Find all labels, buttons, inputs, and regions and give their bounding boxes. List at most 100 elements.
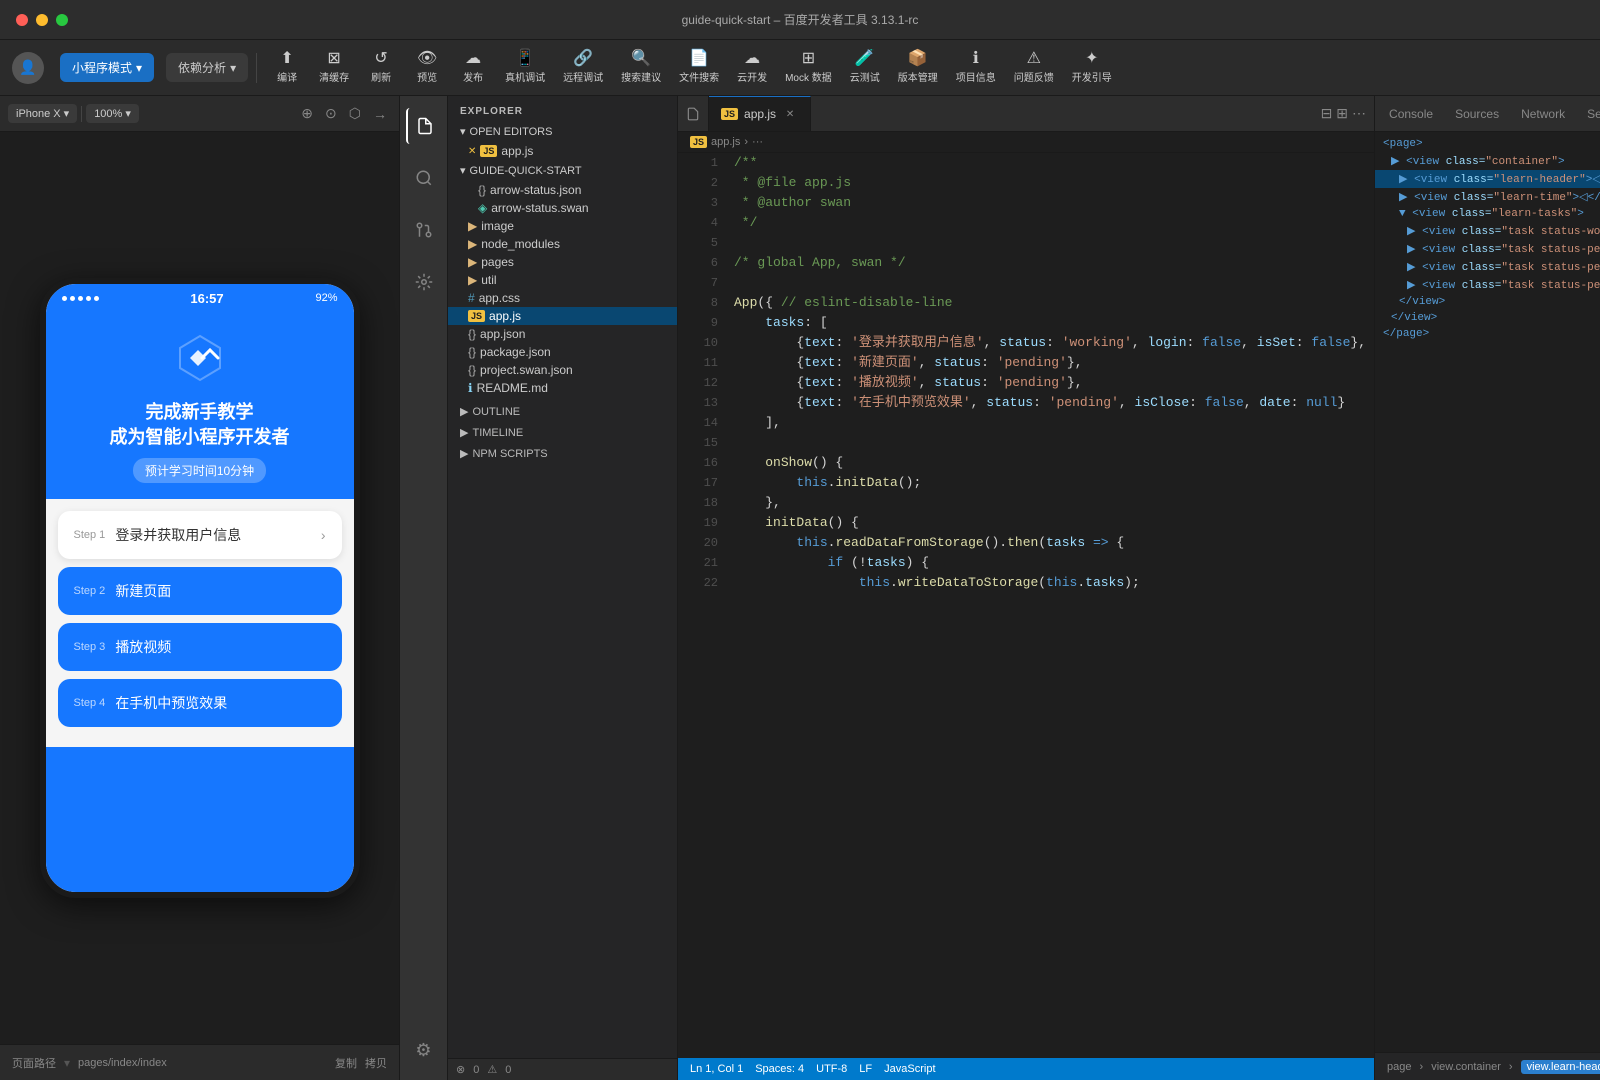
version-btn[interactable]: 📦 版本管理 — [890, 47, 946, 88]
clear-cache-btn[interactable]: ⊠ 清缓存 — [311, 47, 357, 88]
devtools-tab-network[interactable]: Network — [1511, 103, 1575, 125]
file-project-swan-json[interactable]: {} project.swan.json — [448, 361, 677, 379]
code-text: {text: '登录并获取用户信息', status: 'working', l… — [734, 333, 1366, 353]
rotate-icon[interactable]: ⊙ — [325, 105, 337, 122]
minimize-button[interactable] — [36, 14, 48, 26]
file-package-json[interactable]: {} package.json — [448, 343, 677, 361]
file-explorer-btn[interactable] — [678, 96, 709, 131]
device-selector[interactable]: iPhone X ▾ — [8, 104, 77, 123]
screenshot-icon[interactable]: ⬡ — [349, 105, 361, 122]
code-editor[interactable]: 1 /** 2 * @file app.js 3 * @author swan … — [678, 153, 1374, 1058]
maximize-button[interactable] — [56, 14, 68, 26]
zoom-selector[interactable]: 100% ▾ — [86, 104, 139, 123]
open-file-appjs[interactable]: ✕ JS app.js — [448, 142, 677, 160]
project-section[interactable]: ▾ GUIDE-QUICK-START — [448, 160, 677, 181]
folder-image[interactable]: ▶ image — [448, 217, 677, 235]
dom-task-0[interactable]: ▶ <view class="task status-working swan-… — [1375, 222, 1600, 240]
sidebar-search-icon[interactable] — [406, 160, 442, 196]
code-line-13: 13 {text: '在手机中预览效果', status: 'pending',… — [678, 393, 1374, 413]
sidebar-debug-icon[interactable] — [406, 264, 442, 300]
dom-page[interactable]: <page> — [1375, 136, 1600, 152]
paste-btn[interactable]: 拷贝 — [365, 1055, 387, 1071]
file-name: arrow-status.swan — [491, 201, 588, 215]
tab-close-btn[interactable]: ✕ — [782, 106, 798, 122]
file-app-js[interactable]: JS app.js — [448, 307, 677, 325]
folder-pages[interactable]: ▶ pages — [448, 253, 677, 271]
dom-close-container[interactable]: </view> — [1375, 310, 1600, 326]
dom-learn-time[interactable]: ▶ <view class="learn-time">◁</view> — [1375, 188, 1600, 206]
breadcrumb-container[interactable]: view.container — [1431, 1061, 1501, 1073]
file-arrow-json[interactable]: {} arrow-status.json — [448, 181, 677, 199]
step-4-item[interactable]: Step 4 在手机中预览效果 — [58, 679, 342, 727]
publish-btn[interactable]: ☁ 发布 — [451, 47, 495, 88]
file-app-json[interactable]: {} app.json — [448, 325, 677, 343]
npm-scripts-title[interactable]: ▶ NPM SCRIPTS — [448, 443, 677, 464]
folder-node-modules[interactable]: ▶ node_modules — [448, 235, 677, 253]
avatar[interactable]: 👤 — [12, 52, 44, 84]
open-file-name: app.js — [501, 144, 533, 158]
device-name: iPhone X — [16, 108, 61, 120]
warning-count: 0 — [505, 1064, 511, 1076]
refresh-icon: ↺ — [374, 51, 387, 67]
layout-icon[interactable]: ⊞ — [1336, 105, 1348, 122]
guide-btn[interactable]: ✦ 开发引导 — [1064, 47, 1120, 88]
copy-btn[interactable]: 复制 — [335, 1055, 357, 1071]
dom-close-page[interactable]: </page> — [1375, 326, 1600, 342]
dom-container[interactable]: ▶ <view class="container"> — [1375, 152, 1600, 170]
search-suggest-btn[interactable]: 🔍 搜索建议 — [613, 47, 669, 88]
cloud-btn[interactable]: ☁ 云开发 — [729, 47, 775, 88]
outline-title[interactable]: ▶ OUTLINE — [448, 401, 677, 422]
step-1-item[interactable]: Step 1 登录并获取用户信息 › — [58, 511, 342, 559]
dom-learn-tasks[interactable]: ▼ <view class="learn-tasks"> — [1375, 206, 1600, 222]
sidebar-files-icon[interactable] — [406, 108, 442, 144]
more-icon[interactable]: ⋯ — [1352, 105, 1366, 122]
line-number: 21 — [686, 553, 718, 573]
preview-btn[interactable]: 👁 预览 — [405, 47, 449, 88]
file-readme[interactable]: ℹ README.md — [448, 379, 677, 397]
zoom-in-icon[interactable]: ⊕ — [301, 105, 313, 122]
code-text: /** — [734, 153, 1366, 173]
folder-icon: ▶ — [468, 273, 477, 287]
real-debug-label: 真机调试 — [505, 69, 545, 84]
main-toolbar: 👤 小程序模式 ▾ 依赖分析 ▾ ⬆ 编译 ⊠ 清缓存 ↺ 刷新 👁 预览 ☁ … — [0, 40, 1600, 96]
dom-learn-header[interactable]: ▶ <view class="learn-header">◁</view> — [1375, 170, 1600, 188]
project-info-btn[interactable]: ℹ 项目信息 — [948, 47, 1004, 88]
compile-btn[interactable]: ⬆ 编译 — [265, 47, 309, 88]
devtools-tab-sources[interactable]: Sources — [1445, 103, 1509, 125]
dom-task-3[interactable]: ▶ <view class="task status-pending swan-… — [1375, 276, 1600, 294]
timeline-title[interactable]: ▶ TIMELINE — [448, 422, 677, 443]
forward-icon[interactable]: → — [373, 106, 387, 122]
line-number: 7 — [686, 273, 718, 293]
step-3-item[interactable]: Step 3 播放视频 — [58, 623, 342, 671]
dep-selector[interactable]: 依赖分析 ▾ — [166, 53, 248, 82]
breadcrumb-learn-header[interactable]: view.learn-header — [1521, 1060, 1600, 1074]
phone-header-title: 完成新手教学 成为智能小程序开发者 — [62, 400, 338, 450]
mock-btn[interactable]: ⊞ Mock 数据 — [777, 47, 840, 88]
file-search-btn[interactable]: 📄 文件搜索 — [671, 47, 727, 88]
sidebar-git-icon[interactable] — [406, 212, 442, 248]
dom-task-2[interactable]: ▶ <view class="task status-pending swan-… — [1375, 258, 1600, 276]
devtools-tab-security[interactable]: Security — [1577, 103, 1600, 125]
open-editors-section[interactable]: ▾ OPEN EDITORS — [448, 121, 677, 142]
refresh-btn[interactable]: ↺ 刷新 — [359, 47, 403, 88]
real-debug-btn[interactable]: 📱 真机调试 — [497, 47, 553, 88]
close-button[interactable] — [16, 14, 28, 26]
step-2-item[interactable]: Step 2 新建页面 — [58, 567, 342, 615]
tab-appjs[interactable]: JS app.js ✕ — [709, 96, 811, 131]
split-editor-icon[interactable]: ⊟ — [1321, 105, 1333, 122]
code-text: {text: '新建页面', status: 'pending'}, — [734, 353, 1366, 373]
breadcrumb-page[interactable]: page — [1387, 1061, 1411, 1073]
file-app-css[interactable]: # app.css — [448, 289, 677, 307]
dom-close-view[interactable]: </view> — [1375, 294, 1600, 310]
json-icon: {} — [468, 345, 476, 359]
mode-selector[interactable]: 小程序模式 ▾ — [60, 53, 154, 82]
file-arrow-swan[interactable]: ◈ arrow-status.swan — [448, 199, 677, 217]
devtools-tab-console[interactable]: Console — [1379, 103, 1443, 125]
folder-util[interactable]: ▶ util — [448, 271, 677, 289]
sidebar-settings-icon[interactable]: ⚙ — [406, 1032, 442, 1068]
phone-frame: 16:57 92% — [40, 278, 360, 898]
dom-task-1[interactable]: ▶ <view class="task status-pending swan-… — [1375, 240, 1600, 258]
remote-debug-btn[interactable]: 🔗 远程调试 — [555, 47, 611, 88]
issues-btn[interactable]: ⚠ 问题反馈 — [1006, 47, 1062, 88]
cloud-test-btn[interactable]: 🧪 云测试 — [842, 47, 888, 88]
